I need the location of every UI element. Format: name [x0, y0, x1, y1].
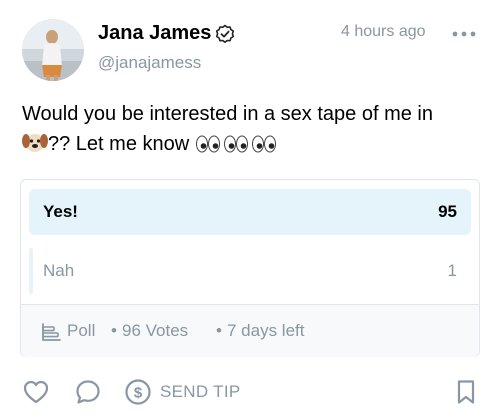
comment-icon[interactable] — [74, 378, 102, 406]
footer-separator: • — [216, 321, 222, 340]
dog-face-emoji-icon — [22, 134, 48, 152]
poll-footer: Poll • 96 Votes • 7 days left — [21, 304, 479, 357]
more-options-icon[interactable] — [452, 30, 476, 38]
poll-option-bar — [29, 248, 33, 294]
poll-type-label: Poll — [67, 321, 96, 340]
poll-option-label: Nah — [43, 261, 75, 280]
eyes-emoji-icon — [195, 135, 276, 153]
heart-icon[interactable] — [22, 378, 50, 406]
post-timestamp[interactable]: 4 hours ago — [341, 22, 426, 42]
footer-separator: • — [111, 321, 117, 340]
poll-option-label: Yes! — [43, 202, 78, 221]
post-text: Would you be interested in a sex tape of… — [22, 99, 482, 159]
bookmark-icon[interactable] — [452, 378, 480, 406]
poll-option-nah[interactable]: Nah 1 — [29, 248, 471, 294]
dollar-coin-icon: $ — [125, 379, 151, 405]
poll-time-left: 7 days left — [227, 321, 305, 340]
poll: Yes! 95 Nah 1 Poll • 96 Votes • 7 days l… — [20, 179, 480, 357]
poll-option-votes: 1 — [447, 261, 457, 280]
verified-badge-icon — [215, 24, 235, 43]
poll-option-yes[interactable]: Yes! 95 — [29, 189, 471, 235]
post-text-line1: Would you be interested in a sex tape of… — [22, 103, 433, 125]
poll-total-votes: 96 Votes — [122, 321, 189, 340]
poll-icon — [42, 323, 61, 341]
author-name[interactable]: Jana James — [98, 22, 211, 44]
send-tip-label: SEND TIP — [160, 382, 241, 401]
poll-option-votes: 95 — [438, 202, 457, 221]
post-actions: $ SEND TIP — [0, 370, 500, 410]
send-tip-button[interactable]: $ SEND TIP — [124, 376, 241, 408]
post-text-line2: ?? Let me know — [48, 133, 190, 155]
avatar[interactable] — [22, 19, 84, 81]
author-handle[interactable]: @janajamess — [98, 53, 201, 73]
svg-text:$: $ — [134, 385, 143, 402]
